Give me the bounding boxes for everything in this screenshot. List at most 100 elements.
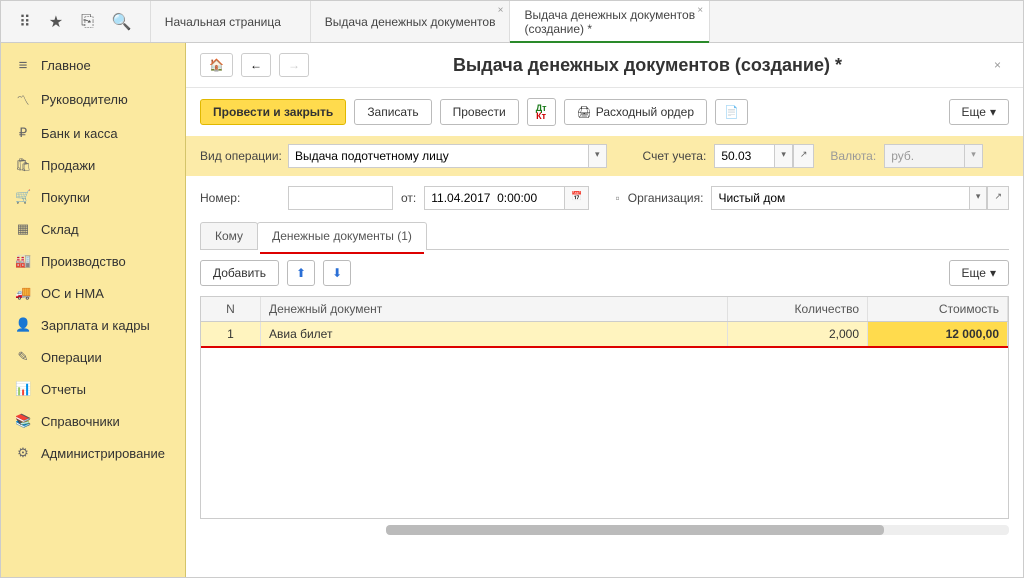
top-icon-bar: ⠿ ★ ⎘ 🔍 bbox=[1, 1, 151, 42]
gear-icon: ⚙ bbox=[15, 445, 31, 461]
date-input[interactable] bbox=[424, 186, 564, 210]
chevron-down-icon[interactable]: ▾ bbox=[588, 144, 607, 168]
cell-qty[interactable]: 2,000 bbox=[728, 322, 868, 346]
sidebar-item-production[interactable]: 🏭 Производство bbox=[1, 245, 185, 277]
home-button[interactable]: 🏠 bbox=[200, 53, 233, 77]
org-label: Организация: bbox=[628, 191, 704, 205]
scrollbar-thumb[interactable] bbox=[386, 525, 884, 535]
chevron-down-icon: ▾ bbox=[990, 105, 996, 119]
chevron-down-icon: ▾ bbox=[990, 266, 996, 280]
tab-start-page[interactable]: Начальная страница bbox=[151, 1, 311, 42]
tab-whom[interactable]: Кому bbox=[200, 222, 258, 249]
sidebar-item-purchases[interactable]: 🛒 Покупки bbox=[1, 181, 185, 213]
optype-input[interactable] bbox=[288, 144, 588, 168]
add-row-button[interactable]: Добавить bbox=[200, 260, 279, 286]
cart-icon: 🛒 bbox=[15, 189, 31, 205]
sidebar-item-assets[interactable]: 🚚ОС и НМА bbox=[1, 277, 185, 309]
account-input[interactable] bbox=[714, 144, 774, 168]
sidebar-item-label: Отчеты bbox=[41, 382, 86, 397]
tab-money-docs[interactable]: Денежные документы (1) bbox=[257, 222, 427, 249]
sidebar-item-sales[interactable]: 🛍Продажи bbox=[1, 149, 185, 181]
optype-combo[interactable]: ▾ bbox=[288, 144, 607, 168]
printer-icon: 🖨 bbox=[577, 105, 592, 119]
sidebar-item-label: Покупки bbox=[41, 190, 90, 205]
date-field[interactable]: 📅 bbox=[424, 186, 589, 210]
number-input[interactable] bbox=[288, 186, 393, 210]
sidebar-item-label: Руководителю bbox=[41, 92, 128, 107]
main-content: 🏠 ← → Выдача денежных документов (создан… bbox=[186, 43, 1023, 577]
sidebar-item-bank[interactable]: ₽Банк и касса bbox=[1, 117, 185, 149]
move-down-button[interactable]: ⬇ bbox=[323, 260, 351, 286]
table-row[interactable]: 1 Авиа билет 2,000 12 000,00 bbox=[201, 322, 1008, 348]
calendar-icon[interactable]: 📅 bbox=[564, 186, 589, 210]
open-icon[interactable]: ↗ bbox=[987, 186, 1009, 210]
account-label: Счет учета: bbox=[643, 149, 707, 163]
pencil-icon: ✎ bbox=[15, 349, 31, 365]
sidebar: ≡ Главное 〽Руководителю ₽Банк и касса 🛍Пр… bbox=[1, 43, 186, 577]
cell-cost[interactable]: 12 000,00 bbox=[868, 322, 1008, 346]
col-header-qty[interactable]: Количество bbox=[728, 297, 868, 321]
forward-button[interactable]: → bbox=[279, 53, 309, 77]
history-icon[interactable]: ⎘ bbox=[81, 13, 94, 31]
write-button[interactable]: Записать bbox=[354, 99, 431, 125]
optype-label: Вид операции: bbox=[200, 149, 280, 163]
sidebar-item-label: Главное bbox=[41, 58, 91, 73]
col-header-cost[interactable]: Стоимость bbox=[868, 297, 1008, 321]
close-doc-button[interactable]: × bbox=[986, 54, 1009, 76]
expense-order-button[interactable]: 🖨Расходный ордер bbox=[564, 99, 708, 125]
close-icon[interactable]: × bbox=[697, 5, 703, 16]
tab-label: Выдача денежных документов bbox=[524, 8, 695, 22]
grid-icon: ▦ bbox=[15, 221, 31, 237]
chevron-down-icon[interactable]: ▾ bbox=[774, 144, 793, 168]
horizontal-scrollbar[interactable] bbox=[386, 525, 1009, 535]
sidebar-item-label: Продажи bbox=[41, 158, 95, 173]
grid-more-button[interactable]: Еще ▾ bbox=[949, 260, 1009, 286]
sidebar-item-catalogs[interactable]: 📚Справочники bbox=[1, 405, 185, 437]
sidebar-item-main[interactable]: ≡ Главное bbox=[1, 49, 185, 82]
tab-issue-docs[interactable]: Выдача денежных документов × bbox=[311, 1, 511, 42]
dtkt-button[interactable]: ДтКт bbox=[527, 98, 556, 126]
currency-label: Валюта: bbox=[830, 149, 876, 163]
account-combo[interactable]: ▾ ↗ bbox=[714, 144, 814, 168]
cell-doc[interactable]: Авиа билет bbox=[261, 322, 728, 346]
search-icon[interactable]: 🔍 bbox=[112, 12, 132, 32]
attach-button[interactable]: 📄 bbox=[715, 99, 748, 125]
cell-n[interactable]: 1 bbox=[201, 322, 261, 346]
documents-grid: N Денежный документ Количество Стоимость… bbox=[200, 296, 1009, 519]
open-icon[interactable]: ↗ bbox=[793, 144, 815, 168]
close-icon[interactable]: × bbox=[498, 5, 504, 16]
tab-label: Выдача денежных документов bbox=[325, 15, 496, 29]
sidebar-item-admin[interactable]: ⚙Администрирование bbox=[1, 437, 185, 469]
post-button[interactable]: Провести bbox=[440, 99, 519, 125]
chevron-down-icon[interactable]: ▾ bbox=[969, 186, 988, 210]
col-header-n[interactable]: N bbox=[201, 297, 261, 321]
col-header-doc[interactable]: Денежный документ bbox=[261, 297, 728, 321]
sidebar-item-reports[interactable]: 📊 Отчеты bbox=[1, 373, 185, 405]
more-button[interactable]: Еще ▾ bbox=[949, 99, 1009, 125]
ruble-icon: ₽ bbox=[15, 125, 31, 141]
report-icon: 📊 bbox=[15, 381, 31, 397]
sidebar-item-label: Склад bbox=[41, 222, 79, 237]
tab-label: Начальная страница bbox=[165, 15, 296, 29]
apps-icon[interactable]: ⠿ bbox=[19, 12, 31, 32]
menu-icon: ≡ bbox=[15, 57, 31, 74]
back-button[interactable]: ← bbox=[241, 53, 271, 77]
tab-issue-docs-create[interactable]: Выдача денежных документов (создание) * … bbox=[510, 1, 710, 42]
sidebar-item-operations[interactable]: ✎Операции bbox=[1, 341, 185, 373]
sidebar-item-manager[interactable]: 〽Руководителю bbox=[1, 82, 185, 117]
sidebar-item-warehouse[interactable]: ▦ Склад bbox=[1, 213, 185, 245]
sidebar-item-label: Производство bbox=[41, 254, 126, 269]
org-input[interactable] bbox=[711, 186, 968, 210]
page-title: Выдача денежных документов (создание) * bbox=[317, 55, 978, 76]
currency-combo: ▾ bbox=[884, 144, 983, 168]
star-icon[interactable]: ★ bbox=[49, 12, 63, 32]
sidebar-item-salary[interactable]: 👤Зарплата и кадры bbox=[1, 309, 185, 341]
post-and-close-button[interactable]: Провести и закрыть bbox=[200, 99, 346, 125]
sidebar-item-label: Справочники bbox=[41, 414, 120, 429]
truck-icon: 🚚 bbox=[15, 285, 31, 301]
factory-icon: 🏭 bbox=[15, 253, 31, 269]
org-combo[interactable]: ▾ ↗ bbox=[711, 186, 1009, 210]
move-up-button[interactable]: ⬆ bbox=[287, 260, 315, 286]
window-tabs: Начальная страница Выдача денежных докум… bbox=[151, 1, 710, 42]
sidebar-item-label: Зарплата и кадры bbox=[41, 318, 150, 333]
